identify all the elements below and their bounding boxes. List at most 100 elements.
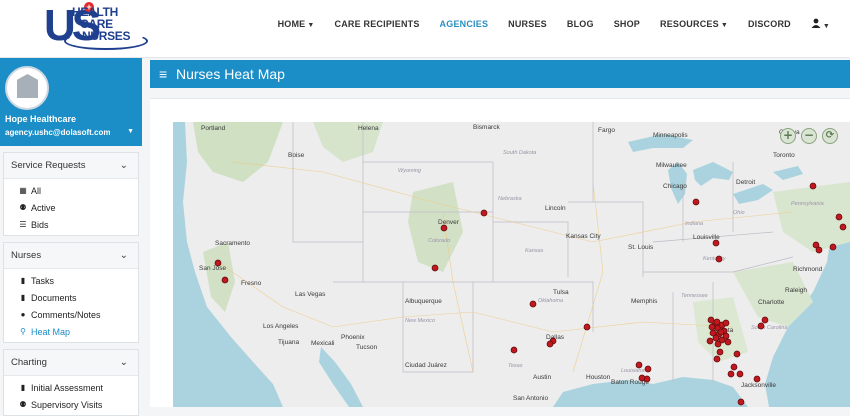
chevron-down-icon: ⌄: [119, 357, 128, 368]
nurse-location-marker[interactable]: [707, 316, 715, 324]
map-label-sacramento: Sacramento: [215, 240, 250, 247]
nurse-location-marker[interactable]: [713, 318, 721, 326]
map-label-fresno: Fresno: [241, 280, 262, 287]
nurse-location-marker[interactable]: [736, 370, 744, 378]
nurse-location-marker[interactable]: [546, 340, 554, 348]
nurse-location-marker[interactable]: [722, 319, 730, 327]
sidebar-item-tasks[interactable]: ▮ Tasks: [4, 272, 138, 289]
hamburger-icon[interactable]: ≡: [159, 66, 167, 82]
map-label-kentucky: Kentucky: [703, 256, 727, 262]
clipboard-icon: ▮: [20, 276, 26, 285]
sidebar-item-heat-map[interactable]: ⚲ Heat Map: [4, 323, 138, 340]
nurse-location-marker[interactable]: [815, 246, 823, 254]
map-label-detroit: Detroit: [736, 179, 755, 186]
nurse-location-marker[interactable]: [714, 340, 722, 348]
main-nav: HOME ▼ CARE RECIPIENTS AGENCIES NURSES BL…: [258, 0, 830, 48]
map-label-helena: Helena: [358, 125, 379, 132]
user-menu[interactable]: ▼: [811, 18, 830, 30]
profile-dropdown-caret[interactable]: ▼: [127, 128, 134, 135]
clipboard-icon: ▮: [20, 383, 26, 392]
reset-view-button[interactable]: ⟳: [822, 128, 838, 144]
nurse-location-marker[interactable]: [510, 346, 518, 354]
nurse-location-marker[interactable]: [480, 209, 488, 217]
sidebar-group-service-requests: Service Requests ⌄ ▦ All ⚉ Active ☰ Bids: [3, 152, 139, 236]
sidebar-item-initial-assessment[interactable]: ▮ Initial Assessment: [4, 379, 138, 396]
nurse-location-marker[interactable]: [727, 370, 735, 378]
sidebar-item-supervisory-visits[interactable]: ⚉ Supervisory Visits: [4, 396, 138, 413]
user-icon: [811, 18, 821, 28]
nurse-location-marker[interactable]: [706, 337, 714, 345]
map-label-charlotte: Charlotte: [758, 299, 785, 306]
logo-swoosh: [64, 32, 148, 50]
sidebar-item-documents[interactable]: ▮ Documents: [4, 289, 138, 306]
nav-blog[interactable]: BLOG: [567, 19, 594, 29]
nurse-location-marker[interactable]: [733, 350, 741, 358]
nurse-location-marker[interactable]: [757, 322, 765, 330]
map-label-minneapolis: Minneapolis: [653, 132, 688, 139]
page-title: Nurses Heat Map: [176, 66, 285, 82]
map-label-raleigh: Raleigh: [785, 287, 807, 294]
nav-home[interactable]: HOME ▼: [278, 19, 315, 29]
map-label-memphis: Memphis: [631, 298, 658, 305]
nurse-location-marker[interactable]: [440, 224, 448, 232]
nurse-location-marker[interactable]: [708, 323, 716, 331]
nurse-location-marker[interactable]: [529, 300, 537, 308]
map-label-st-louis: St. Louis: [628, 244, 654, 251]
nav-agencies[interactable]: AGENCIES: [440, 19, 489, 29]
sidebar-item-all[interactable]: ▦ All: [4, 182, 138, 199]
nurse-location-marker[interactable]: [737, 398, 745, 406]
sidebar-item-bids[interactable]: ☰ Bids: [4, 216, 138, 233]
nurse-location-marker[interactable]: [761, 316, 769, 324]
nurse-location-marker[interactable]: [221, 276, 229, 284]
chevron-down-icon: ⌄: [119, 250, 128, 261]
map-label-wyoming: Wyoming: [398, 168, 422, 174]
nurse-location-marker[interactable]: [715, 255, 723, 263]
nurse-location-marker[interactable]: [730, 363, 738, 371]
map-label-ohio: Ohio: [733, 210, 745, 216]
nurse-location-marker[interactable]: [717, 328, 725, 336]
map-label-las-vegas: Las Vegas: [295, 291, 326, 298]
map-label-oklahoma: Oklahoma: [538, 298, 563, 304]
sidebar-group-header[interactable]: Charting ⌄: [4, 350, 138, 376]
nurse-location-marker[interactable]: [835, 213, 843, 221]
map-label-milwaukee: Milwaukee: [656, 162, 687, 169]
nurse-location-marker[interactable]: [712, 239, 720, 247]
nurse-location-marker[interactable]: [839, 223, 847, 231]
nav-resources[interactable]: RESOURCES ▼: [660, 19, 728, 29]
nurse-location-marker[interactable]: [753, 375, 761, 383]
zoom-in-button[interactable]: +: [780, 128, 796, 144]
map-canvas[interactable]: Portland Helena Boise Fargo Bismarck Wyoming S…: [173, 122, 850, 407]
nurse-location-marker[interactable]: [712, 334, 720, 342]
nurse-location-marker[interactable]: [635, 361, 643, 369]
nurse-location-marker[interactable]: [713, 355, 721, 363]
building-icon: [17, 80, 38, 98]
nurse-location-marker[interactable]: [829, 243, 837, 251]
nav-shop[interactable]: SHOP: [614, 19, 640, 29]
sidebar-item-active[interactable]: ⚉ Active: [4, 199, 138, 216]
zoom-out-button[interactable]: −: [801, 128, 817, 144]
nurse-location-marker[interactable]: [809, 182, 817, 190]
sidebar-item-comments-notes[interactable]: ● Comments/Notes: [4, 306, 138, 323]
nav-care-recipients[interactable]: CARE RECIPIENTS: [335, 19, 420, 29]
nurse-location-marker[interactable]: [644, 365, 652, 373]
nurse-location-marker[interactable]: [692, 198, 700, 206]
nurse-location-marker[interactable]: [716, 348, 724, 356]
heat-map[interactable]: Portland Helena Boise Fargo Bismarck Wyoming S…: [173, 122, 850, 407]
top-navbar: US + HEALTH CARE NURSES HOME ▼ CARE RECIP…: [0, 0, 850, 58]
map-label-los-angeles: Los Angeles: [263, 323, 299, 330]
nurse-location-marker[interactable]: [583, 323, 591, 331]
chevron-down-icon: ⌄: [119, 160, 128, 171]
nurse-location-marker[interactable]: [724, 338, 732, 346]
map-label-tijuana: Tijuana: [278, 339, 299, 346]
map-label-tucson: Tucson: [356, 344, 377, 351]
site-logo[interactable]: US + HEALTH CARE NURSES: [44, 2, 148, 54]
sidebar-group-header[interactable]: Nurses ⌄: [4, 243, 138, 269]
nav-discord[interactable]: DISCORD: [748, 19, 791, 29]
sidebar-group-header[interactable]: Service Requests ⌄: [4, 153, 138, 179]
nav-nurses[interactable]: NURSES: [508, 19, 547, 29]
map-marker-icon: ⚲: [20, 327, 26, 336]
nurse-location-marker[interactable]: [638, 374, 646, 382]
nurse-location-marker[interactable]: [431, 264, 439, 272]
chevron-down-icon: ▼: [720, 22, 728, 29]
nurse-location-marker[interactable]: [214, 259, 222, 267]
